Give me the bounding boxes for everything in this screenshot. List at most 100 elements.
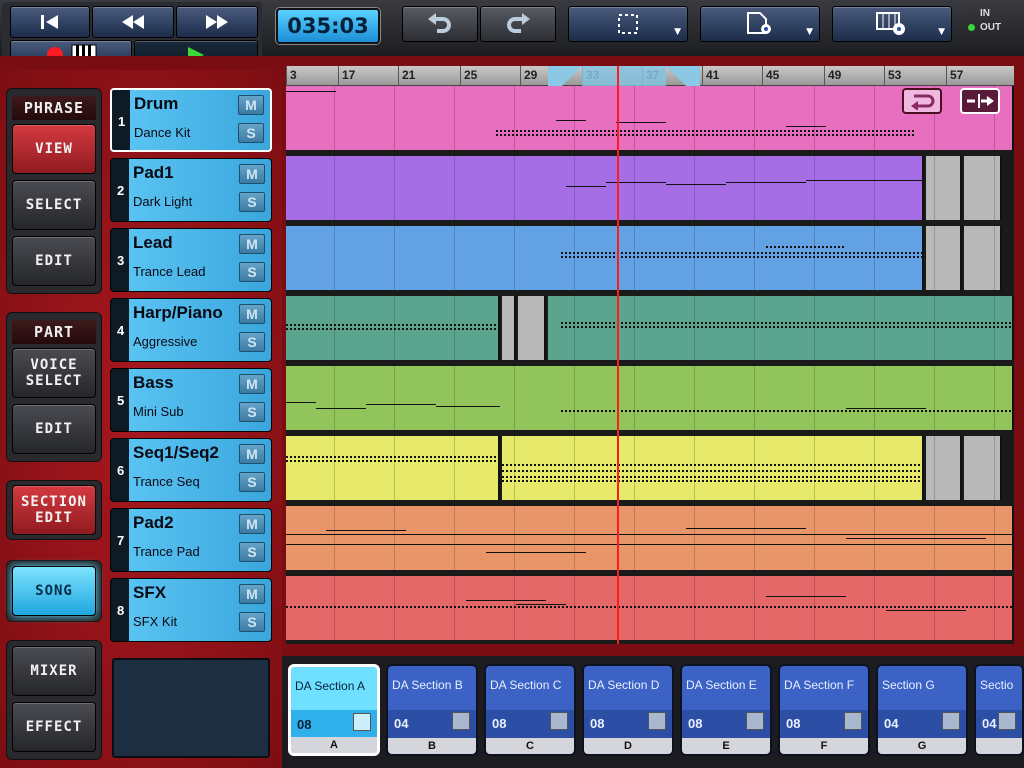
part-edit-button[interactable]: EDIT xyxy=(12,404,96,454)
phrase-block[interactable] xyxy=(286,156,924,220)
empty-phrase-block[interactable] xyxy=(518,296,546,360)
grid-line xyxy=(634,366,635,430)
empty-phrase-block[interactable] xyxy=(926,226,962,290)
punch-in-out-button[interactable] xyxy=(960,88,1000,114)
solo-button[interactable]: S xyxy=(239,472,265,492)
skip-to-start-button[interactable] xyxy=(10,6,90,38)
mute-button[interactable]: M xyxy=(238,95,264,115)
section-button[interactable]: DA Section E 08 E xyxy=(680,664,772,756)
section-checkbox[interactable] xyxy=(452,712,470,730)
track-lane[interactable] xyxy=(286,576,1014,640)
empty-phrase-block[interactable] xyxy=(926,436,962,500)
track-header[interactable]: 8 SFX SFX Kit M S xyxy=(110,578,272,642)
solo-button[interactable]: S xyxy=(239,262,265,282)
section-button[interactable]: DA Section C 08 C xyxy=(484,664,576,756)
track-header[interactable]: 1 Drum Dance Kit M S xyxy=(110,88,272,152)
midi-notes xyxy=(606,182,666,183)
track-header[interactable]: 4 Harp/Piano Aggressive M S xyxy=(110,298,272,362)
section-checkbox[interactable] xyxy=(844,712,862,730)
section-button[interactable]: Sectio 04 xyxy=(974,664,1024,756)
phrase-edit-button[interactable]: EDIT xyxy=(12,236,96,286)
track-header[interactable]: 7 Pad2 Trance Pad M S xyxy=(110,508,272,572)
mute-button[interactable]: M xyxy=(239,304,265,324)
phrase-block[interactable] xyxy=(502,436,924,500)
grid-line xyxy=(574,576,575,640)
section-title: Sectio xyxy=(980,678,1014,692)
phrase-block[interactable] xyxy=(286,226,924,290)
section-button[interactable]: Section G 04 G xyxy=(876,664,968,756)
section-checkbox[interactable] xyxy=(648,712,666,730)
track-header[interactable]: 5 Bass Mini Sub M S xyxy=(110,368,272,432)
undo-button[interactable] xyxy=(402,6,478,42)
track-header[interactable]: 3 Lead Trance Lead M S xyxy=(110,228,272,292)
select-button[interactable]: SELECT xyxy=(12,180,96,230)
empty-phrase-block[interactable] xyxy=(926,156,962,220)
section-button[interactable]: DA Section B 04 B xyxy=(386,664,478,756)
track-lane[interactable] xyxy=(286,226,1014,290)
track-lane[interactable] xyxy=(286,436,1014,500)
solo-button[interactable]: S xyxy=(239,542,265,562)
effect-button[interactable]: EFFECT xyxy=(12,702,96,752)
phrase-block[interactable] xyxy=(286,366,1014,430)
mute-button[interactable]: M xyxy=(239,234,265,254)
file-menu-button[interactable]: ▼ xyxy=(700,6,820,42)
mute-button[interactable]: M xyxy=(239,584,265,604)
solo-button[interactable]: S xyxy=(239,402,265,422)
track-header[interactable]: 2 Pad1 Dark Light M S xyxy=(110,158,272,222)
info-panel xyxy=(112,658,270,758)
loop-toggle-button[interactable] xyxy=(902,88,942,114)
mute-button[interactable]: M xyxy=(239,374,265,394)
track-lane[interactable] xyxy=(286,366,1014,430)
phrase-block[interactable] xyxy=(286,576,1014,640)
mute-button[interactable]: M xyxy=(239,164,265,184)
rewind-button[interactable] xyxy=(92,6,174,38)
redo-button[interactable] xyxy=(480,6,556,42)
track-lane[interactable] xyxy=(286,506,1014,570)
grid-line xyxy=(334,226,335,290)
section-checkbox[interactable] xyxy=(942,712,960,730)
section-letter xyxy=(976,738,1022,754)
empty-phrase-block[interactable] xyxy=(964,436,1002,500)
track-lane[interactable] xyxy=(286,156,1014,220)
section-button[interactable]: DA Section A 08 A xyxy=(288,664,380,756)
solo-button[interactable]: S xyxy=(239,192,265,212)
song-button[interactable]: SONG xyxy=(12,566,96,616)
section-checkbox[interactable] xyxy=(998,712,1016,730)
section-button[interactable]: DA Section D 08 D xyxy=(582,664,674,756)
song-position-display[interactable]: 035:03 xyxy=(276,8,380,44)
grid-line xyxy=(754,86,755,150)
grid-line xyxy=(874,576,875,640)
track-name: Harp/Piano xyxy=(133,303,223,322)
mixer-button[interactable]: MIXER xyxy=(12,646,96,696)
view-button[interactable]: VIEW xyxy=(12,124,96,174)
empty-phrase-block[interactable] xyxy=(964,156,1002,220)
playhead[interactable] xyxy=(617,66,619,644)
selection-mode-button[interactable]: ▼ xyxy=(568,6,688,42)
empty-phrase-block[interactable] xyxy=(964,226,1002,290)
grid-line xyxy=(514,436,515,500)
settings-menu-button[interactable]: ▼ xyxy=(832,6,952,42)
grid-line xyxy=(454,366,455,430)
out-led-icon xyxy=(968,23,975,31)
solo-button[interactable]: S xyxy=(239,332,265,352)
mute-button[interactable]: M xyxy=(239,444,265,464)
section-checkbox[interactable] xyxy=(550,712,568,730)
solo-button[interactable]: S xyxy=(238,123,264,143)
ruler-tick-line xyxy=(520,66,521,86)
section-checkbox[interactable] xyxy=(746,712,764,730)
section-checkbox[interactable] xyxy=(353,713,371,731)
section-button[interactable]: DA Section F 08 F xyxy=(778,664,870,756)
track-header[interactable]: 6 Seq1/Seq2 Trance Seq M S xyxy=(110,438,272,502)
grid-line xyxy=(934,296,935,360)
loop-region[interactable] xyxy=(582,66,666,86)
track-lane[interactable] xyxy=(286,296,1014,360)
mute-button[interactable]: M xyxy=(239,514,265,534)
phrase-block[interactable] xyxy=(286,436,500,500)
arrangement-area[interactable] xyxy=(286,86,1014,644)
voice-select-button[interactable]: VOICE SELECT xyxy=(12,348,96,398)
grid-line xyxy=(634,226,635,290)
section-edit-button[interactable]: SECTION EDIT xyxy=(12,485,96,535)
fast-forward-button[interactable] xyxy=(176,6,258,38)
ruler-tick-line xyxy=(762,66,763,86)
solo-button[interactable]: S xyxy=(239,612,265,632)
